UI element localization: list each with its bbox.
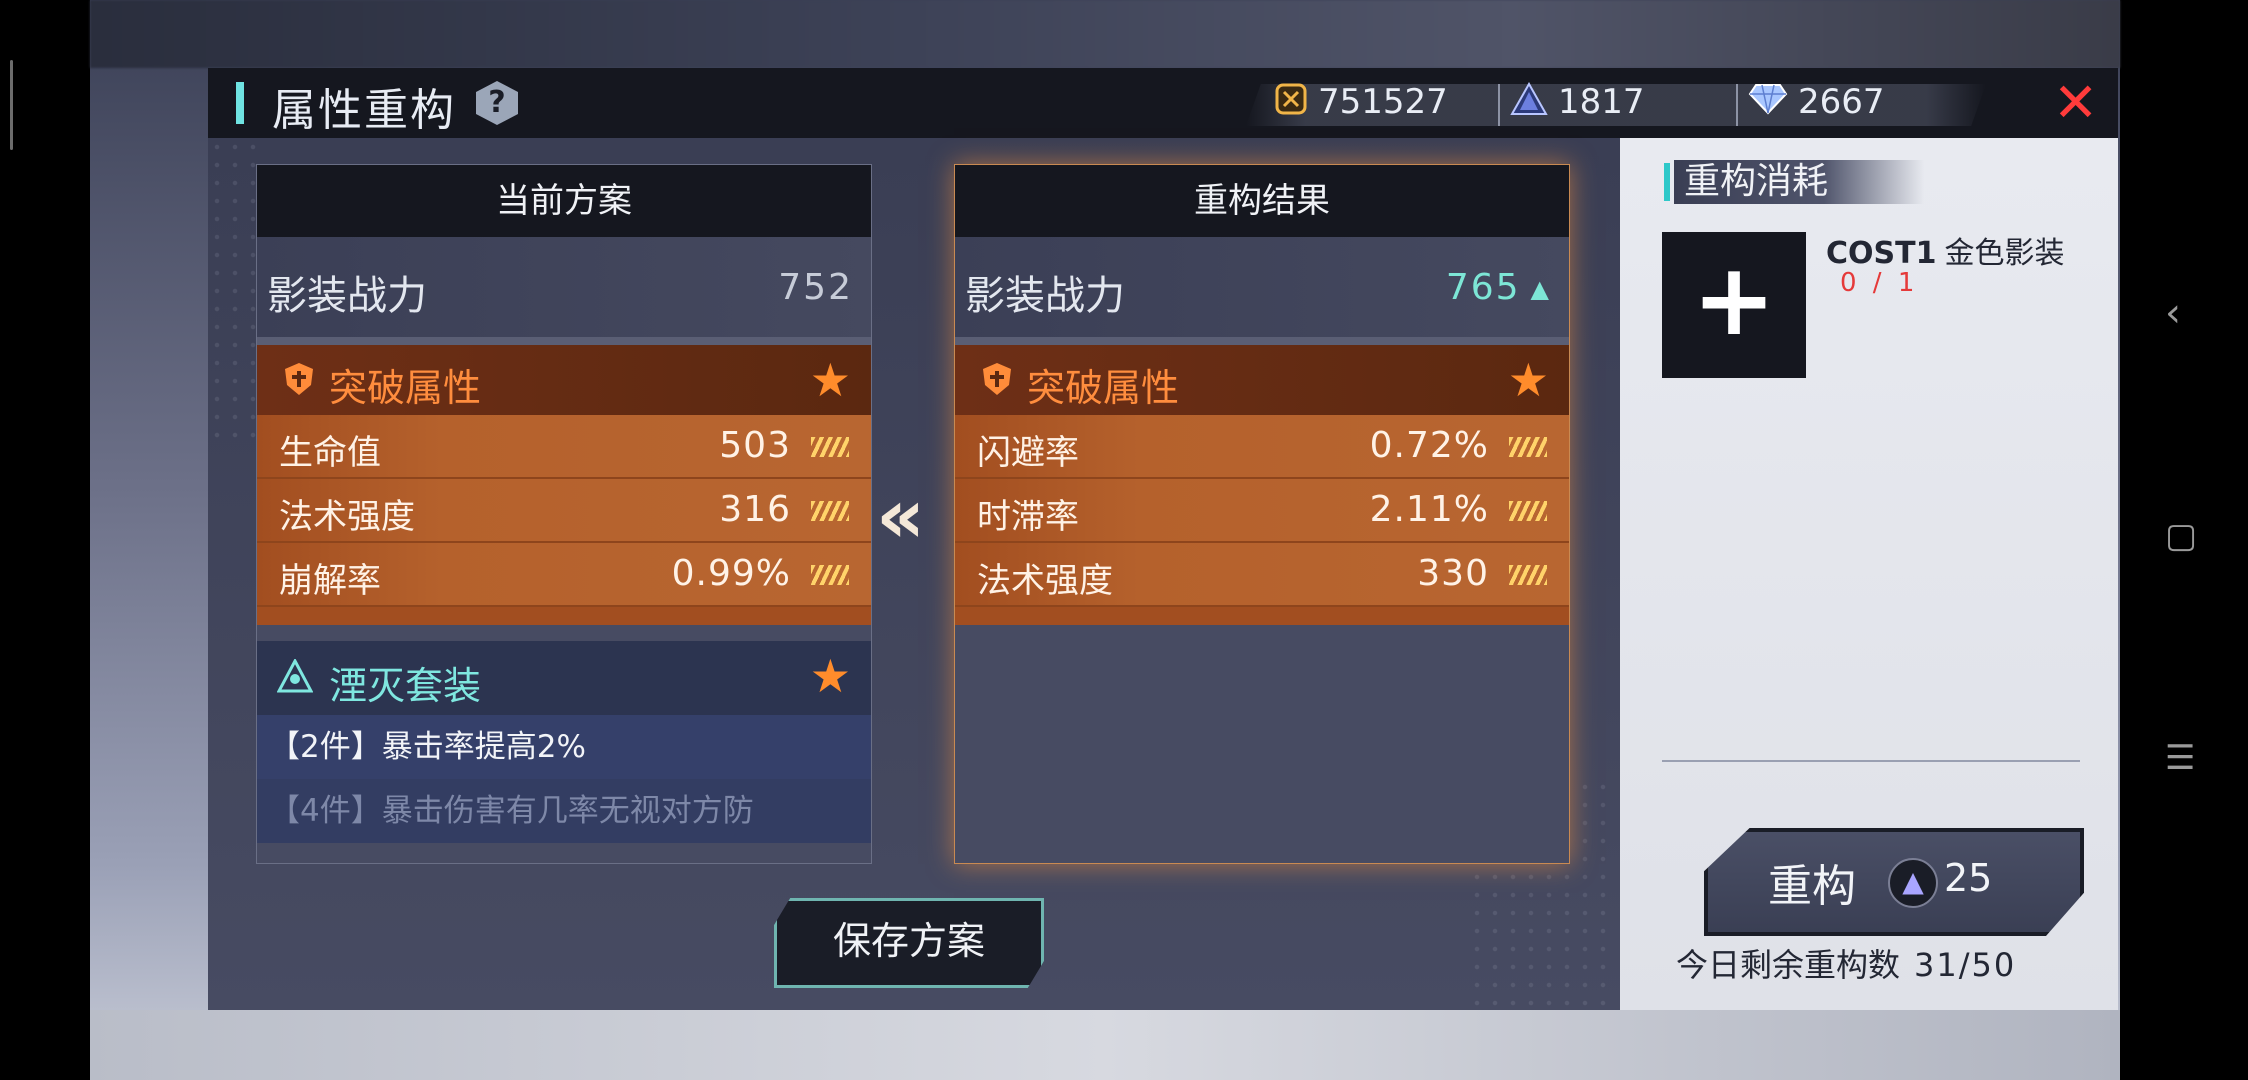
star-icon[interactable]: ★ xyxy=(810,653,851,699)
remaining-recasts: 今日剩余重构数 31/50 xyxy=(1676,940,2016,986)
result-power-number: 765 xyxy=(1445,267,1521,308)
double-arrow-left-icon: « xyxy=(876,471,925,560)
attribute-value: 0.99% xyxy=(671,553,791,594)
set-header: 湮灭套装 ★ xyxy=(257,641,871,715)
breakthrough-title: 突破属性 xyxy=(1027,366,1180,410)
title-accent xyxy=(236,82,244,124)
attribute-value: 2.11% xyxy=(1369,489,1489,530)
currency-gold[interactable]: 751527 xyxy=(1274,82,1448,125)
current-power-value: 752 xyxy=(778,267,853,308)
cost-item-name: 金色影装 xyxy=(1944,236,2065,271)
remaining-label: 今日剩余重构数 xyxy=(1676,946,1901,984)
crystal-value: 1817 xyxy=(1558,82,1645,122)
attribute-row: 法术强度 316 xyxy=(257,479,871,543)
attribute-row: 法术强度 330 xyxy=(955,543,1569,607)
set-tri-icon xyxy=(276,657,314,702)
cost-tier: COST1 xyxy=(1826,236,1937,271)
attribute-label: 生命值 xyxy=(279,433,381,473)
quality-stripes-icon xyxy=(811,437,849,457)
attribute-footer xyxy=(257,607,871,625)
currency-crystal[interactable]: 1817 xyxy=(1510,81,1645,125)
breakthrough-shield-icon xyxy=(981,361,1015,399)
cost-divider xyxy=(1662,760,2080,762)
star-icon[interactable]: ★ xyxy=(810,357,851,403)
up-arrow-icon: ▲ xyxy=(1530,275,1551,303)
side-handle[interactable] xyxy=(10,60,13,150)
remaining-value: 31/50 xyxy=(1914,946,2017,984)
attribute-value: 0.72% xyxy=(1369,425,1489,466)
recast-label: 重构 xyxy=(1768,861,1856,912)
set-title: 湮灭套装 xyxy=(329,664,482,708)
question-icon[interactable]: ? xyxy=(476,81,518,125)
quality-stripes-icon xyxy=(1509,437,1547,457)
save-plan-button[interactable]: 保存方案 xyxy=(774,898,1044,988)
attribute-value: 330 xyxy=(1417,553,1489,594)
attribute-row: 生命值 503 xyxy=(257,415,871,479)
comparison-area: 当前方案 影装战力 752 突破属性 ★ 生命值 503 法术强度 316 崩解… xyxy=(208,138,1620,1010)
nav-menu-icon[interactable]: ☰ xyxy=(2165,738,2195,778)
power-label: 影装战力 xyxy=(965,273,1125,319)
currency-divider xyxy=(1498,84,1500,126)
plus-icon: + xyxy=(1692,241,1776,358)
cost-count: 0 / 1 xyxy=(1840,268,1919,298)
recast-button[interactable]: 重构 ▲ 25 xyxy=(1704,828,2084,936)
result-plan-title: 重构结果 xyxy=(955,165,1569,237)
attribute-value: 316 xyxy=(719,489,791,530)
attribute-label: 崩解率 xyxy=(279,561,381,601)
breakthrough-shield-icon xyxy=(283,361,317,399)
blurred-top-bar xyxy=(90,0,2120,68)
current-plan-title: 当前方案 xyxy=(257,165,871,237)
attribute-row: 崩解率 0.99% xyxy=(257,543,871,607)
pyramid-crystal-icon xyxy=(1510,81,1548,125)
gold-coin-icon xyxy=(1274,82,1308,125)
quality-stripes-icon xyxy=(1509,565,1547,585)
attribute-label: 法术强度 xyxy=(977,561,1113,601)
close-x-icon[interactable]: ✕ xyxy=(2053,76,2098,130)
dialog-header: 属性重构 ? 751527 1817 2667 ✕ xyxy=(208,68,2118,140)
currency-divider xyxy=(1736,84,1738,126)
cost-label: COST1 金色影装 xyxy=(1826,228,2064,272)
cost-title-accent xyxy=(1664,163,1670,201)
breakthrough-header: 突破属性 ★ xyxy=(257,345,871,415)
result-power-row: 影装战力 765 ▲ xyxy=(955,237,1569,345)
set-effect-2pc: 【2件】暴击率提高2% xyxy=(257,715,871,779)
attribute-row: 时滞率 2.11% xyxy=(955,479,1569,543)
cost-title: 重构消耗 xyxy=(1674,160,1924,204)
current-plan-card: 当前方案 影装战力 752 突破属性 ★ 生命值 503 法术强度 316 崩解… xyxy=(256,164,872,864)
power-label: 影装战力 xyxy=(267,273,427,319)
diamond-icon xyxy=(1748,83,1788,124)
breakthrough-header: 突破属性 ★ xyxy=(955,345,1569,415)
attribute-row: 闪避率 0.72% xyxy=(955,415,1569,479)
star-icon[interactable]: ★ xyxy=(1508,357,1549,403)
gold-value: 751527 xyxy=(1318,82,1448,122)
attribute-label: 时滞率 xyxy=(977,497,1079,537)
blurred-bottom-bar xyxy=(90,1010,2120,1080)
nav-back-icon[interactable]: ‹ xyxy=(2165,290,2181,336)
attribute-label: 法术强度 xyxy=(279,497,415,537)
set-effect-4pc: 【4件】暴击伤害有几率无视对方防 xyxy=(257,779,871,843)
dialog-title: 属性重构 xyxy=(272,85,456,136)
result-plan-card: 重构结果 影装战力 765 ▲ 突破属性 ★ 闪避率 0.72% 时滞率 2.11… xyxy=(954,164,1570,864)
nav-home-icon[interactable]: ▢ xyxy=(2165,516,2197,556)
quality-stripes-icon xyxy=(1509,501,1547,521)
quality-stripes-icon xyxy=(811,501,849,521)
pyramid-crystal-icon: ▲ xyxy=(1888,858,1938,908)
result-power-value: 765 ▲ xyxy=(1446,267,1551,308)
material-slot[interactable]: + xyxy=(1662,232,1806,378)
attribute-label: 闪避率 xyxy=(977,433,1079,473)
current-power-row: 影装战力 752 xyxy=(257,237,871,345)
quality-stripes-icon xyxy=(811,565,849,585)
attribute-value: 503 xyxy=(719,425,791,466)
diamond-value: 2667 xyxy=(1798,82,1885,122)
recast-cost: 25 xyxy=(1944,856,1993,900)
breakthrough-title: 突破属性 xyxy=(329,366,482,410)
attribute-footer xyxy=(955,607,1569,625)
currency-diamond[interactable]: 2667 xyxy=(1748,82,1885,124)
